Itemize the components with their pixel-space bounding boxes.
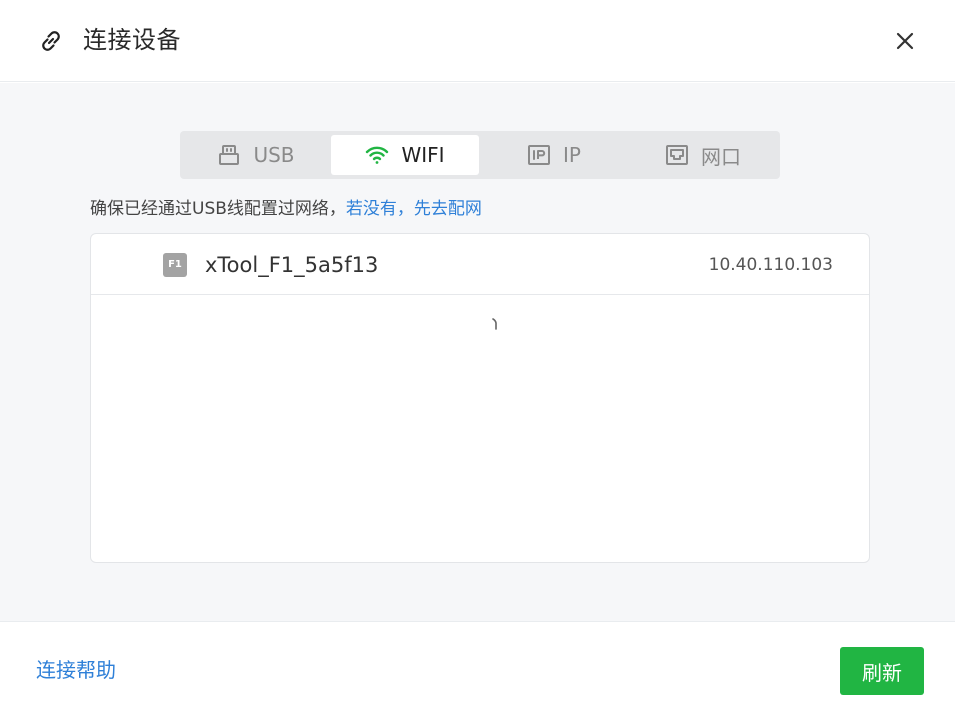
network-setup-link[interactable]: 若没有，先去配网 [346,199,482,219]
connection-help-link[interactable]: 连接帮助 [36,656,116,684]
link-icon [37,27,65,55]
tab-ethernet-label: 网口 [701,144,741,169]
loading-spinner-icon [489,316,503,334]
tab-ethernet[interactable]: 网口 [629,135,777,175]
ethernet-icon [665,143,689,167]
refresh-button[interactable]: 刷新 [840,647,924,695]
ip-icon [527,143,551,167]
usb-icon [217,143,241,167]
device-ip: 10.40.110.103 [708,255,833,275]
close-icon[interactable] [895,31,915,51]
tab-wifi-label: WIFI [401,143,445,167]
device-list: F1 xTool_F1_5a5f13 10.40.110.103 [90,233,870,563]
network-hint: 确保已经通过USB线配置过网络，若没有，先去配网 [90,197,482,221]
tab-wifi[interactable]: WIFI [331,135,479,175]
device-name: xTool_F1_5a5f13 [205,253,379,277]
tab-usb[interactable]: USB [182,135,330,175]
device-model-badge: F1 [163,253,187,277]
connection-type-tabs: USB WIFI IP 网口 [180,131,780,179]
tab-ip-label: IP [563,143,581,167]
tab-ip[interactable]: IP [480,135,628,175]
dialog-title: 连接设备 [83,26,181,54]
connect-device-dialog: 连接设备 USB WIFI IP 网口 确保已经通过USB线配置过网络，若没有，… [0,0,955,712]
dialog-body: USB WIFI IP 网口 确保已经通过USB线配置过网络，若没有，先去配网 … [0,83,955,621]
close-button[interactable] [891,27,919,55]
dialog-footer: 连接帮助 刷新 [0,621,955,712]
dialog-header: 连接设备 [0,0,955,82]
device-row[interactable]: F1 xTool_F1_5a5f13 10.40.110.103 [91,234,869,295]
tab-usb-label: USB [253,143,295,167]
wifi-icon [365,143,389,167]
hint-text: 确保已经通过USB线配置过网络， [90,199,346,219]
